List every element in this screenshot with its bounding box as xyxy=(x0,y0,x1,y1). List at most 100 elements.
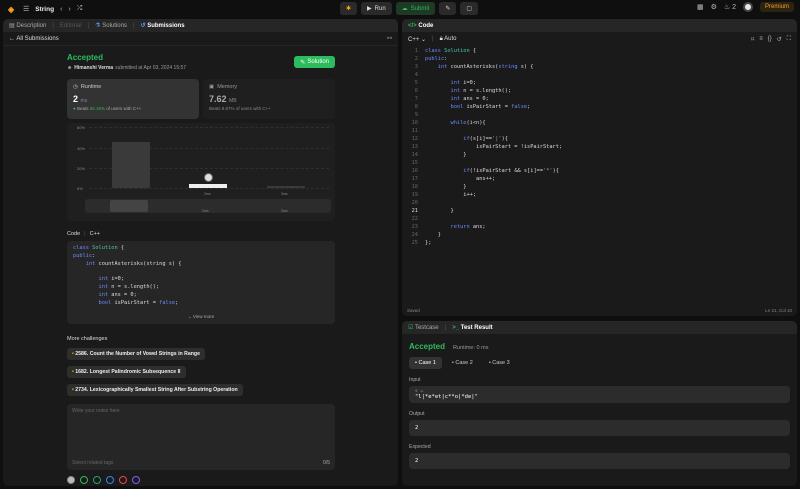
user-marker-icon xyxy=(204,173,213,182)
code-line: public: xyxy=(73,252,96,259)
terminal-icon: >_ xyxy=(452,324,460,331)
solution-button[interactable]: ✎ Solution xyxy=(294,56,335,68)
memory-card[interactable]: ▣ Memory 7.62 MB Beats 8.87% of users wit… xyxy=(203,79,335,119)
premium-button[interactable]: Premium xyxy=(759,2,794,12)
color-option-blue[interactable] xyxy=(106,476,114,484)
streak-counter[interactable]: ♨ 2 xyxy=(724,3,736,11)
layout-icon[interactable]: ▦ xyxy=(697,3,704,11)
case-tab-2[interactable]: • Case 2 xyxy=(446,357,479,369)
bookmark-icon[interactable]: ⌑ xyxy=(751,36,754,43)
run-button[interactable]: ▶ Run xyxy=(361,2,392,15)
case-tabs: • Case 1 • Case 2 • Case 3 xyxy=(409,357,790,369)
tags-select[interactable]: Select related tags xyxy=(72,460,113,466)
y-tick-label: 20% xyxy=(77,166,86,171)
range-label: 2ms xyxy=(202,209,209,213)
tab-solutions[interactable]: ⚗ Solutions xyxy=(95,22,127,29)
color-option-white[interactable] xyxy=(67,476,75,484)
badge-icon: ● xyxy=(73,106,76,111)
color-option-red[interactable] xyxy=(119,476,127,484)
bug-icon: ✱ xyxy=(346,6,352,12)
user-name[interactable]: Himanshi Verma xyxy=(74,65,113,71)
code-line: bool isPairStart = false; xyxy=(98,299,179,306)
tab-code[interactable]: </> Code xyxy=(408,23,433,29)
runtime-card[interactable]: ◷ Runtime 2 ms ● Beats 55.16% of users wi… xyxy=(67,79,199,119)
output-label: Output xyxy=(409,411,425,417)
tab-description[interactable]: ▤ Description xyxy=(9,22,46,29)
code-panel: </> Code C++ ⌄ | 🔒︎ Auto ⌑ ≡ {} ↺ ⛶ 1 cla… xyxy=(402,19,797,316)
arrow-left-icon: ← xyxy=(9,35,15,42)
code-line: int i=0; xyxy=(98,276,125,283)
format-icon[interactable]: ≡ xyxy=(759,36,763,43)
submission-header: ← All Submissions ⚯ xyxy=(3,32,398,46)
whiteboard-button[interactable]: ▢ xyxy=(460,2,479,15)
code-editor[interactable]: 1 class Solution { 2 public: 3 int countAs… xyxy=(402,47,797,247)
notes-button[interactable]: ✎ xyxy=(439,2,457,15)
submit-button[interactable]: ☁ Submit xyxy=(395,2,436,15)
input-label: Input xyxy=(409,377,421,383)
y-tick-label: 0% xyxy=(77,186,83,191)
reset-icon[interactable]: ↺ xyxy=(777,36,782,43)
braces-icon[interactable]: {} xyxy=(768,36,772,43)
auto-toggle[interactable]: 🔒︎ Auto xyxy=(440,36,457,43)
y-tick-label: 40% xyxy=(77,146,86,151)
input-value: "l|*e*et|c**o|*de|" xyxy=(415,394,478,400)
language-select[interactable]: C++ ⌄ xyxy=(408,36,426,43)
chart-bar-small[interactable] xyxy=(267,186,305,188)
color-option-purple[interactable] xyxy=(132,476,140,484)
history-icon: ↺ xyxy=(140,23,146,29)
range-slider[interactable]: 2ms 3ms xyxy=(85,199,331,213)
tab-testcase[interactable]: ☑ Testcase xyxy=(408,324,439,331)
code-line: int n = s.length(); xyxy=(98,283,160,290)
doc-icon: ▤ xyxy=(9,23,15,29)
notes-counter: 0/5 xyxy=(323,460,330,466)
chevron-down-icon: ⌄ xyxy=(187,314,192,320)
output-value: 2 xyxy=(409,420,790,436)
note-icon: ✎ xyxy=(445,6,451,12)
square-icon: ▢ xyxy=(466,6,473,12)
test-runtime: Runtime: 0 ms xyxy=(453,345,489,351)
case-tab-1[interactable]: • Case 1 xyxy=(409,357,442,369)
case-tab-3[interactable]: • Case 3 xyxy=(483,357,516,369)
prev-icon[interactable]: ‹ xyxy=(60,6,62,13)
notes-area[interactable]: Write your notes here Select related tag… xyxy=(67,404,335,470)
range-label: 3ms xyxy=(281,209,288,213)
list-icon[interactable]: ☰ xyxy=(23,5,29,13)
challenge-item[interactable]: • 1682. Longest Palindromic Subsequence … xyxy=(67,366,186,378)
expected-label: Expected xyxy=(409,444,431,450)
share-icon[interactable]: ⚯ xyxy=(387,35,392,42)
tab-test-result[interactable]: >_ Test Result xyxy=(452,325,492,331)
chevron-down-icon: ⌄ xyxy=(421,36,427,43)
user-icon: ☻ xyxy=(67,65,73,71)
tab-submissions[interactable]: ↺ Submissions xyxy=(140,22,184,29)
color-option-teal[interactable] xyxy=(93,476,101,484)
avatar[interactable] xyxy=(742,2,753,12)
challenge-item[interactable]: • 2586. Count the Number of Vowel String… xyxy=(67,348,205,360)
editor-toolbar: C++ ⌄ | 🔒︎ Auto ⌑ ≡ {} ↺ ⛶ xyxy=(408,35,791,43)
saved-status: Saved xyxy=(407,308,420,313)
color-option-green[interactable] xyxy=(80,476,88,484)
expected-value: 2 xyxy=(409,453,790,469)
shuffle-icon[interactable]: ⤮ xyxy=(77,5,83,13)
code-icon: </> xyxy=(408,22,417,29)
chart-bar-2ms[interactable] xyxy=(112,142,150,188)
chart-bar-3ms[interactable] xyxy=(189,183,227,188)
fullscreen-icon[interactable]: ⛶ xyxy=(787,36,791,43)
challenge-item[interactable]: • 2734. Lexicographically Smallest Strin… xyxy=(67,384,243,396)
problem-list-title[interactable]: String xyxy=(35,6,54,13)
tab-editorial[interactable]: Editorial xyxy=(60,23,82,29)
notes-input[interactable]: Write your notes here xyxy=(72,408,120,414)
debug-button[interactable]: ✱ xyxy=(340,2,358,15)
all-submissions-link[interactable]: ← All Submissions xyxy=(9,36,59,42)
edit-icon: ✎ xyxy=(300,59,306,66)
cloud-upload-icon: ☁ xyxy=(401,6,408,12)
checkbox-icon: ☑ xyxy=(408,325,414,331)
top-bar: ◈ ☰ String ‹ › ⤮ ✱ ▶ Run ☁ Submit ✎ ▢ ▦ ⚙ … xyxy=(0,0,800,18)
leetcode-logo-icon[interactable]: ◈ xyxy=(8,5,17,14)
clock-icon: ◷ xyxy=(73,84,78,90)
code-tabs: </> Code xyxy=(402,19,797,32)
left-panel: ▤ Description | Editorial | ⚗ Solutions … xyxy=(3,19,398,486)
settings-icon[interactable]: ⚙ xyxy=(711,3,717,11)
next-icon[interactable]: › xyxy=(68,6,70,13)
view-more-button[interactable]: ⌄ View more xyxy=(67,313,335,321)
submission-detail: Accepted ☻ Himanshi Verma submitted at A… xyxy=(67,51,335,484)
